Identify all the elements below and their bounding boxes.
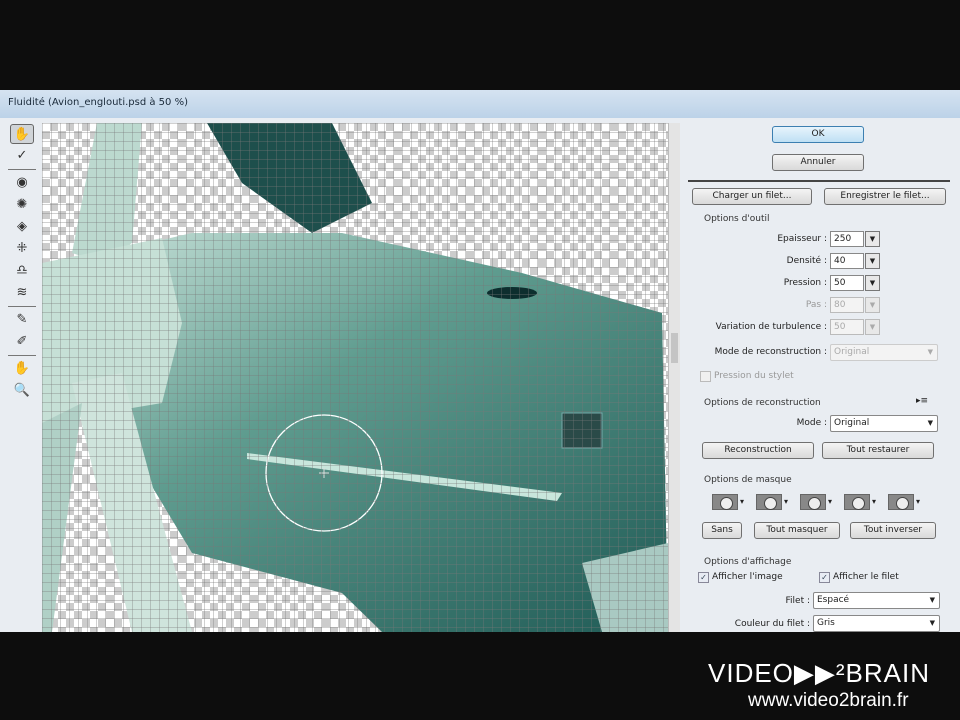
- cancel-button[interactable]: Annuler: [772, 154, 864, 171]
- warp-tool-icon[interactable]: ✋: [10, 124, 34, 144]
- mask-all-button[interactable]: Tout masquer: [754, 522, 840, 539]
- pressure-input[interactable]: 50: [830, 275, 864, 291]
- mesh-color-value: Gris: [817, 618, 835, 628]
- show-image-checkbox[interactable]: ✓: [698, 572, 709, 583]
- pucker-tool-icon[interactable]: ✺: [10, 195, 34, 215]
- mask-options-heading: Options de masque: [704, 475, 792, 485]
- scrollbar-thumb[interactable]: [671, 333, 678, 363]
- dropdown-icon[interactable]: ▾: [784, 497, 788, 506]
- pressure-label: Pression :: [783, 278, 827, 288]
- brush-size-label: Epaisseur :: [777, 234, 827, 244]
- push-left-tool-icon[interactable]: ⁜: [10, 239, 34, 259]
- chevron-down-icon: ▼: [927, 419, 933, 427]
- divider: [8, 355, 36, 356]
- show-mesh-checkbox[interactable]: ✓: [819, 572, 830, 583]
- load-mesh-button[interactable]: Charger un filet...: [692, 188, 812, 205]
- reconstruct-mode-label: Mode de reconstruction :: [714, 347, 827, 357]
- brush-size-dropdown[interactable]: ▼: [865, 231, 880, 247]
- dropdown-icon[interactable]: ▾: [740, 497, 744, 506]
- replace-selection-mask-icon[interactable]: [712, 494, 738, 510]
- mirror-tool-icon[interactable]: ♎: [10, 261, 34, 281]
- ok-button[interactable]: OK: [772, 126, 864, 143]
- bloat-tool-icon[interactable]: ◈: [10, 217, 34, 237]
- mode-label: Mode :: [796, 418, 827, 428]
- mesh-size-label: Filet :: [785, 596, 810, 606]
- turbulent-jitter-dropdown[interactable]: ▼: [865, 319, 880, 335]
- density-input[interactable]: 40: [830, 253, 864, 269]
- mesh-size-select[interactable]: Espacé ▼: [813, 592, 940, 609]
- invert-all-button[interactable]: Tout inverser: [850, 522, 936, 539]
- reconstruct-mode-select[interactable]: Original ▼: [830, 344, 938, 361]
- image-canvas[interactable]: [42, 123, 668, 632]
- rate-input[interactable]: 80: [830, 297, 864, 313]
- dropdown-icon[interactable]: ▾: [916, 497, 920, 506]
- toolbox: ✋ ✓ ◉ ✺ ◈ ⁜ ♎ ≋ ✎ ✐ ✋ 🔍: [6, 122, 38, 632]
- rate-dropdown[interactable]: ▼: [865, 297, 880, 313]
- stylus-pressure-label: Pression du stylet: [714, 371, 794, 381]
- chevron-down-icon: ▼: [929, 596, 935, 604]
- show-mesh-label: Afficher le filet: [833, 572, 899, 582]
- tool-options-heading: Options d'outil: [704, 214, 770, 224]
- dropdown-icon[interactable]: ▾: [872, 497, 876, 506]
- mesh-color-label: Couleur du filet :: [734, 619, 810, 629]
- twirl-tool-icon[interactable]: ◉: [10, 173, 34, 193]
- zoom-tool-icon[interactable]: 🔍: [10, 381, 34, 401]
- subtract-from-selection-mask-icon[interactable]: [800, 494, 826, 510]
- brush-size-input[interactable]: 250: [830, 231, 864, 247]
- mode-value: Original: [834, 418, 870, 428]
- rate-label: Pas :: [805, 300, 827, 310]
- freeze-mask-tool-icon[interactable]: ✎: [10, 310, 34, 330]
- turbulence-tool-icon[interactable]: ≋: [10, 283, 34, 303]
- restore-all-button[interactable]: Tout restaurer: [822, 442, 934, 459]
- dialog-title: Fluidité (Avion_englouti.psd à 50 %): [0, 90, 960, 118]
- mesh-color-select[interactable]: Gris ▼: [813, 615, 940, 632]
- reconstruct-options-heading: Options de reconstruction: [704, 398, 821, 408]
- video2brain-url: www.video2brain.fr: [748, 690, 909, 711]
- liquify-dialog: Fluidité (Avion_englouti.psd à 50 %) ✋ ✓…: [0, 90, 960, 632]
- hand-tool-icon[interactable]: ✋: [10, 359, 34, 379]
- reconstruct-tool-icon[interactable]: ✓: [10, 146, 34, 166]
- mesh-size-value: Espacé: [817, 595, 850, 605]
- invert-selection-mask-icon[interactable]: [888, 494, 914, 510]
- intersect-selection-mask-icon[interactable]: [844, 494, 870, 510]
- divider: [8, 306, 36, 307]
- turbulent-jitter-input[interactable]: 50: [830, 319, 864, 335]
- chevron-down-icon: ▼: [929, 619, 935, 627]
- turbulent-jitter-label: Variation de turbulence :: [715, 322, 827, 332]
- density-dropdown[interactable]: ▼: [865, 253, 880, 269]
- mode-select[interactable]: Original ▼: [830, 415, 938, 432]
- show-image-label: Afficher l'image: [712, 572, 783, 582]
- dropdown-icon[interactable]: ▾: [828, 497, 832, 506]
- view-options-heading: Options d'affichage: [704, 557, 792, 567]
- thaw-mask-tool-icon[interactable]: ✐: [10, 332, 34, 352]
- stylus-pressure-checkbox[interactable]: [700, 371, 711, 382]
- save-mesh-button[interactable]: Enregistrer le filet...: [824, 188, 946, 205]
- reconstruct-mode-value: Original: [834, 347, 870, 357]
- pressure-dropdown[interactable]: ▼: [865, 275, 880, 291]
- vertical-scrollbar[interactable]: [668, 123, 680, 632]
- density-label: Densité :: [786, 256, 827, 266]
- add-to-selection-mask-icon[interactable]: [756, 494, 782, 510]
- airplane-image: [42, 123, 668, 632]
- video2brain-logo: VIDEO▶▶²BRAIN: [708, 658, 931, 688]
- panel-menu-icon[interactable]: ▸≡: [916, 396, 928, 406]
- options-panel: OK Annuler Charger un filet... Enregistr…: [684, 120, 954, 632]
- none-button[interactable]: Sans: [702, 522, 742, 539]
- divider: [688, 180, 950, 182]
- chevron-down-icon: ▼: [927, 348, 933, 356]
- divider: [8, 169, 36, 170]
- reconstruct-button[interactable]: Reconstruction: [702, 442, 814, 459]
